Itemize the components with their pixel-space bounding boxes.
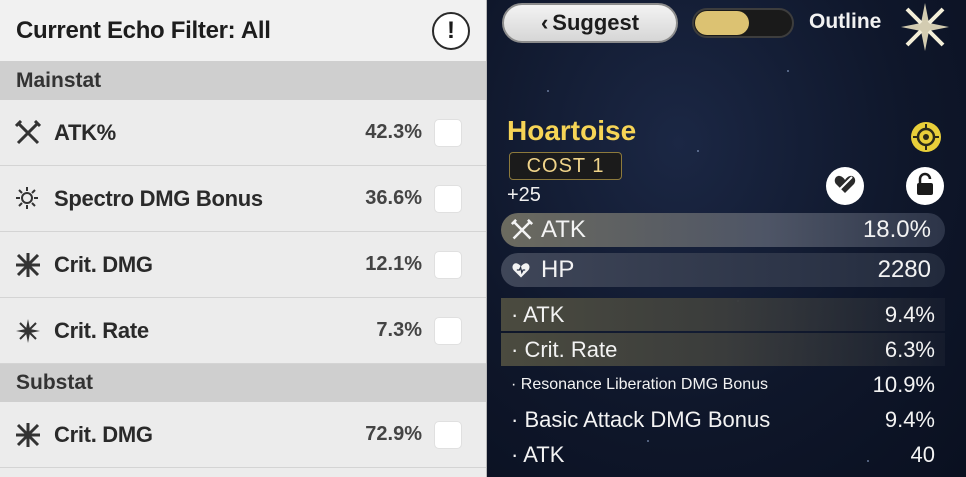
sub-stat-row: · ATK 9.4% bbox=[501, 298, 945, 331]
discard-button[interactable] bbox=[826, 167, 864, 205]
stat-checkbox[interactable] bbox=[434, 250, 462, 279]
lock-button[interactable] bbox=[906, 167, 944, 205]
suggest-label: Suggest bbox=[552, 10, 640, 35]
stat-name: ATK% bbox=[54, 119, 116, 145]
substat-row-crit-dmg[interactable]: Crit. DMG 72.9% bbox=[0, 402, 486, 468]
sub-stat-name: · ATK bbox=[511, 301, 565, 327]
sub-stat-name: · Basic Attack DMG Bonus bbox=[511, 406, 771, 432]
mainstat-row-spectro[interactable]: Spectro DMG Bonus 36.6% bbox=[0, 166, 486, 232]
stat-checkbox[interactable] bbox=[434, 184, 462, 213]
mainstat-row-crit-rate[interactable]: Crit. Rate 7.3% bbox=[0, 298, 486, 364]
sub-stat-name: · Crit. Rate bbox=[511, 336, 618, 362]
echo-name: Hoartoise bbox=[507, 115, 637, 146]
main-stat-name: HP bbox=[541, 256, 575, 283]
stat-name: Crit. DMG bbox=[54, 421, 153, 447]
sub-stat-value: 9.4% bbox=[884, 406, 935, 432]
sub-stat-value: 10.9% bbox=[872, 371, 935, 397]
sub-stat-row: · ATK 40 bbox=[501, 438, 945, 471]
sonata-set-icon[interactable] bbox=[909, 120, 943, 154]
substat-heading: Substat bbox=[0, 364, 486, 402]
stat-checkbox[interactable] bbox=[434, 118, 462, 147]
stat-percent: 36.6% bbox=[365, 187, 422, 209]
sub-stat-value: 9.4% bbox=[884, 301, 935, 327]
stat-checkbox[interactable] bbox=[434, 420, 462, 449]
sub-stat-name: · Resonance Liberation DMG Bonus bbox=[511, 375, 769, 393]
sub-stat-row: · Crit. Rate 6.3% bbox=[501, 333, 945, 366]
cost-badge: COST 1 bbox=[509, 152, 622, 180]
discard-heart-icon bbox=[833, 172, 857, 201]
main-stat-atk: ATK 18.0% bbox=[501, 213, 945, 247]
filter-header: Current Echo Filter: All ! bbox=[0, 0, 486, 62]
spectro-icon bbox=[14, 185, 42, 213]
info-button[interactable]: ! bbox=[432, 12, 470, 50]
suggest-button[interactable]: ‹ Suggest bbox=[502, 3, 678, 43]
crit-dmg-icon bbox=[14, 251, 42, 279]
outline-sparkle-icon[interactable] bbox=[899, 1, 951, 53]
stat-checkbox[interactable] bbox=[434, 316, 462, 345]
lock-icon bbox=[914, 172, 936, 201]
stat-percent: 12.1% bbox=[365, 253, 422, 275]
atk-icon bbox=[14, 119, 42, 147]
sub-stat-value: 40 bbox=[910, 441, 935, 467]
mainstat-row-crit-dmg[interactable]: Crit. DMG 12.1% bbox=[0, 232, 486, 298]
stat-percent: 72.9% bbox=[365, 423, 422, 445]
stat-name: Crit. Rate bbox=[54, 317, 149, 343]
filter-title: Current Echo Filter: All bbox=[16, 16, 271, 44]
stat-percent: 42.3% bbox=[365, 121, 422, 143]
sub-stat-value: 6.3% bbox=[884, 336, 935, 362]
main-stat-value: 2280 bbox=[877, 256, 931, 283]
stat-percent: 7.3% bbox=[376, 319, 422, 341]
main-stat-value: 18.0% bbox=[862, 216, 931, 243]
atk-icon bbox=[511, 218, 535, 242]
mainstat-row-atk[interactable]: ATK% 42.3% bbox=[0, 100, 486, 166]
background-star bbox=[697, 150, 699, 152]
main-stat-name: ATK bbox=[541, 216, 586, 243]
crit-rate-icon bbox=[14, 317, 42, 345]
mainstat-heading: Mainstat bbox=[0, 62, 486, 100]
toggle-knob bbox=[695, 11, 749, 35]
stat-name: Spectro DMG Bonus bbox=[54, 185, 263, 211]
exclamation-icon: ! bbox=[447, 17, 455, 44]
outline-toggle[interactable] bbox=[692, 8, 794, 38]
sub-stat-name: · ATK bbox=[511, 441, 565, 467]
echo-filter-panel: Current Echo Filter: All ! Mainstat ATK%… bbox=[0, 0, 487, 477]
stat-name: Crit. DMG bbox=[54, 251, 153, 277]
sub-stat-row: · Basic Attack DMG Bonus 9.4% bbox=[501, 403, 945, 436]
echo-detail-panel: ‹ Suggest Outline Hoartoise COST 1 +25 A… bbox=[487, 0, 966, 477]
outline-label: Outline bbox=[809, 10, 882, 33]
main-stat-hp: HP 2280 bbox=[501, 253, 945, 287]
echo-level: +25 bbox=[507, 184, 541, 206]
background-star bbox=[787, 70, 789, 72]
hp-heart-icon bbox=[511, 258, 535, 282]
sub-stat-row: · Resonance Liberation DMG Bonus 10.9% bbox=[501, 368, 945, 401]
chevron-left-icon: ‹ bbox=[540, 10, 549, 35]
crit-dmg-icon bbox=[14, 421, 42, 449]
background-star bbox=[547, 90, 549, 92]
